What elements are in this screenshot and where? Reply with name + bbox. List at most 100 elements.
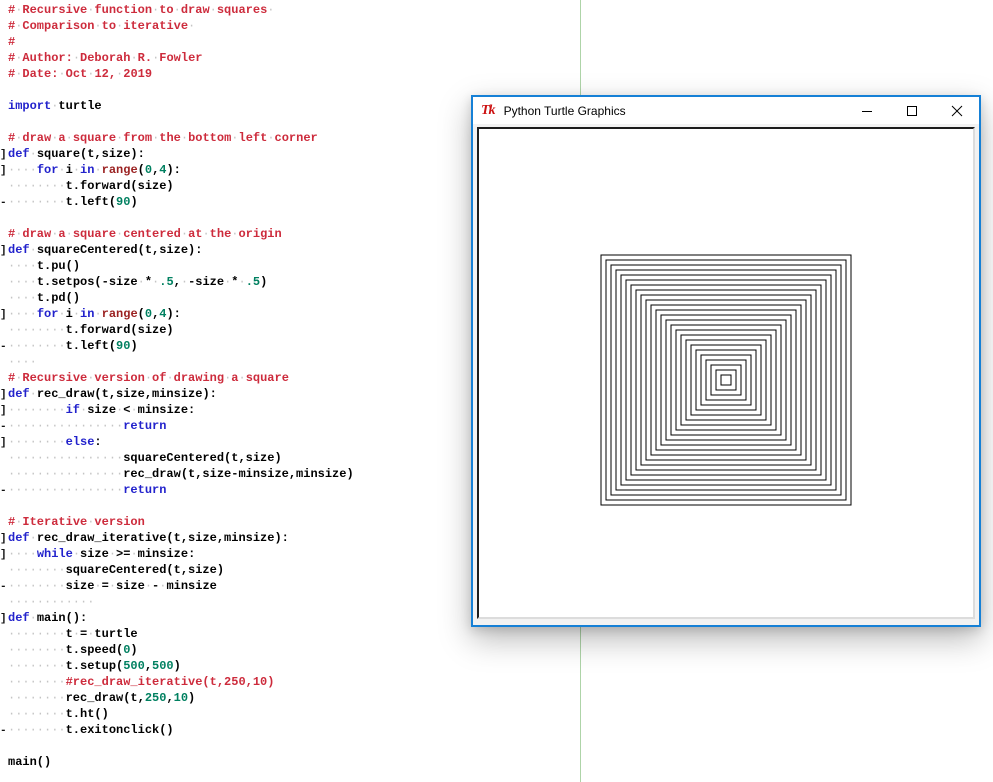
fold-marker[interactable]: - xyxy=(0,339,8,355)
fold-marker[interactable] xyxy=(0,627,8,643)
turtle-canvas[interactable] xyxy=(477,127,975,619)
code-token: ): xyxy=(166,307,181,321)
fold-marker[interactable] xyxy=(0,99,8,115)
tk-app-icon: Tk xyxy=(481,102,496,118)
fold-marker[interactable] xyxy=(0,355,8,371)
turtle-square xyxy=(700,354,752,406)
code-line: ········t·=·turtle xyxy=(0,626,560,642)
code-token: version xyxy=(94,371,145,385)
window-controls xyxy=(844,97,979,124)
fold-marker[interactable] xyxy=(0,755,8,771)
whitespace-dots: · xyxy=(58,67,66,81)
window-titlebar[interactable]: Tk Python Turtle Graphics xyxy=(473,97,979,124)
code-token: 250 xyxy=(144,691,167,705)
fold-marker[interactable] xyxy=(0,291,8,307)
turtle-square xyxy=(665,319,787,441)
code-token: minsize: xyxy=(137,403,196,417)
code-token: of xyxy=(152,371,167,385)
maximize-icon xyxy=(906,105,917,116)
turtle-square xyxy=(695,349,757,411)
whitespace-dots: · xyxy=(65,227,73,241)
whitespace-dots: · xyxy=(130,403,138,417)
fold-marker[interactable]: - xyxy=(0,579,8,595)
fold-marker[interactable] xyxy=(0,499,8,515)
code-line: ········t.setup(500,500) xyxy=(0,658,560,674)
fold-marker[interactable]: ] xyxy=(0,147,8,163)
fold-marker[interactable]: ] xyxy=(0,387,8,403)
whitespace-dots: · xyxy=(72,547,81,561)
fold-marker[interactable] xyxy=(0,515,8,531)
code-token: minsize xyxy=(166,579,217,593)
whitespace-dots: ···· xyxy=(8,307,37,321)
maximize-button[interactable] xyxy=(889,97,934,124)
fold-marker[interactable] xyxy=(0,707,8,723)
code-token: Comparison xyxy=(22,19,95,33)
fold-marker[interactable]: ] xyxy=(0,403,8,419)
fold-marker[interactable]: ] xyxy=(0,307,8,323)
fold-marker[interactable] xyxy=(0,131,8,147)
code-token: version xyxy=(94,515,145,529)
fold-marker[interactable] xyxy=(0,227,8,243)
fold-marker[interactable] xyxy=(0,179,8,195)
code-token: R. xyxy=(137,51,153,65)
code-token: Fowler xyxy=(159,51,203,65)
fold-marker[interactable] xyxy=(0,275,8,291)
fold-marker[interactable] xyxy=(0,643,8,659)
whitespace-dots: ········ xyxy=(8,435,66,449)
fold-marker[interactable] xyxy=(0,323,8,339)
whitespace-dots: ········ xyxy=(8,179,66,193)
fold-marker[interactable] xyxy=(0,115,8,131)
code-token: rec_draw(t,size,minsize): xyxy=(36,387,217,401)
fold-marker[interactable]: ] xyxy=(0,531,8,547)
fold-marker[interactable]: ] xyxy=(0,243,8,259)
code-token: square xyxy=(72,131,117,145)
fold-marker[interactable] xyxy=(0,3,8,19)
fold-marker[interactable]: - xyxy=(0,723,8,739)
fold-marker[interactable]: ] xyxy=(0,163,8,179)
whitespace-dots: ········ xyxy=(8,675,66,689)
fold-marker[interactable]: ] xyxy=(0,547,8,563)
fold-marker[interactable]: - xyxy=(0,483,8,499)
fold-marker[interactable] xyxy=(0,467,8,483)
fold-marker[interactable] xyxy=(0,19,8,35)
code-token: Deborah xyxy=(80,51,131,65)
code-token: 90 xyxy=(116,195,131,209)
whitespace-dots: ···· xyxy=(8,163,37,177)
fold-marker[interactable]: ] xyxy=(0,611,8,627)
fold-marker[interactable] xyxy=(0,739,8,755)
fold-marker[interactable]: - xyxy=(0,195,8,211)
fold-marker[interactable]: - xyxy=(0,419,8,435)
fold-marker[interactable] xyxy=(0,35,8,51)
fold-marker[interactable] xyxy=(0,675,8,691)
fold-marker[interactable] xyxy=(0,595,8,611)
fold-marker[interactable] xyxy=(0,51,8,67)
close-button[interactable] xyxy=(934,97,979,124)
code-token: rec_draw(t, xyxy=(65,691,145,705)
minimize-button[interactable] xyxy=(844,97,889,124)
fold-marker[interactable] xyxy=(0,659,8,675)
fold-marker[interactable] xyxy=(0,691,8,707)
code-token: t.left( xyxy=(65,195,117,209)
code-token: t xyxy=(65,627,73,641)
code-line xyxy=(0,738,560,754)
fold-marker[interactable] xyxy=(0,451,8,467)
whitespace-dots: · xyxy=(202,227,210,241)
fold-marker[interactable] xyxy=(0,259,8,275)
whitespace-dots: · xyxy=(29,147,37,161)
whitespace-dots: · xyxy=(144,371,153,385)
fold-marker[interactable] xyxy=(0,563,8,579)
code-token: .5 xyxy=(159,275,174,289)
fold-marker[interactable] xyxy=(0,67,8,83)
whitespace-dots: · xyxy=(144,579,153,593)
code-token: -size xyxy=(188,275,225,289)
fold-marker[interactable]: ] xyxy=(0,435,8,451)
code-token: centered xyxy=(123,227,181,241)
fold-marker[interactable] xyxy=(0,83,8,99)
whitespace-dots: ················ xyxy=(8,419,124,433)
code-token: #rec_draw_iterative(t,250,10) xyxy=(65,675,275,689)
code-token: t.forward(size) xyxy=(65,323,174,337)
code-line: -········t.exitonclick() xyxy=(0,722,560,738)
code-token: rec_draw_iterative(t,size,minsize): xyxy=(36,531,289,545)
fold-marker[interactable] xyxy=(0,211,8,227)
fold-marker[interactable] xyxy=(0,371,8,387)
